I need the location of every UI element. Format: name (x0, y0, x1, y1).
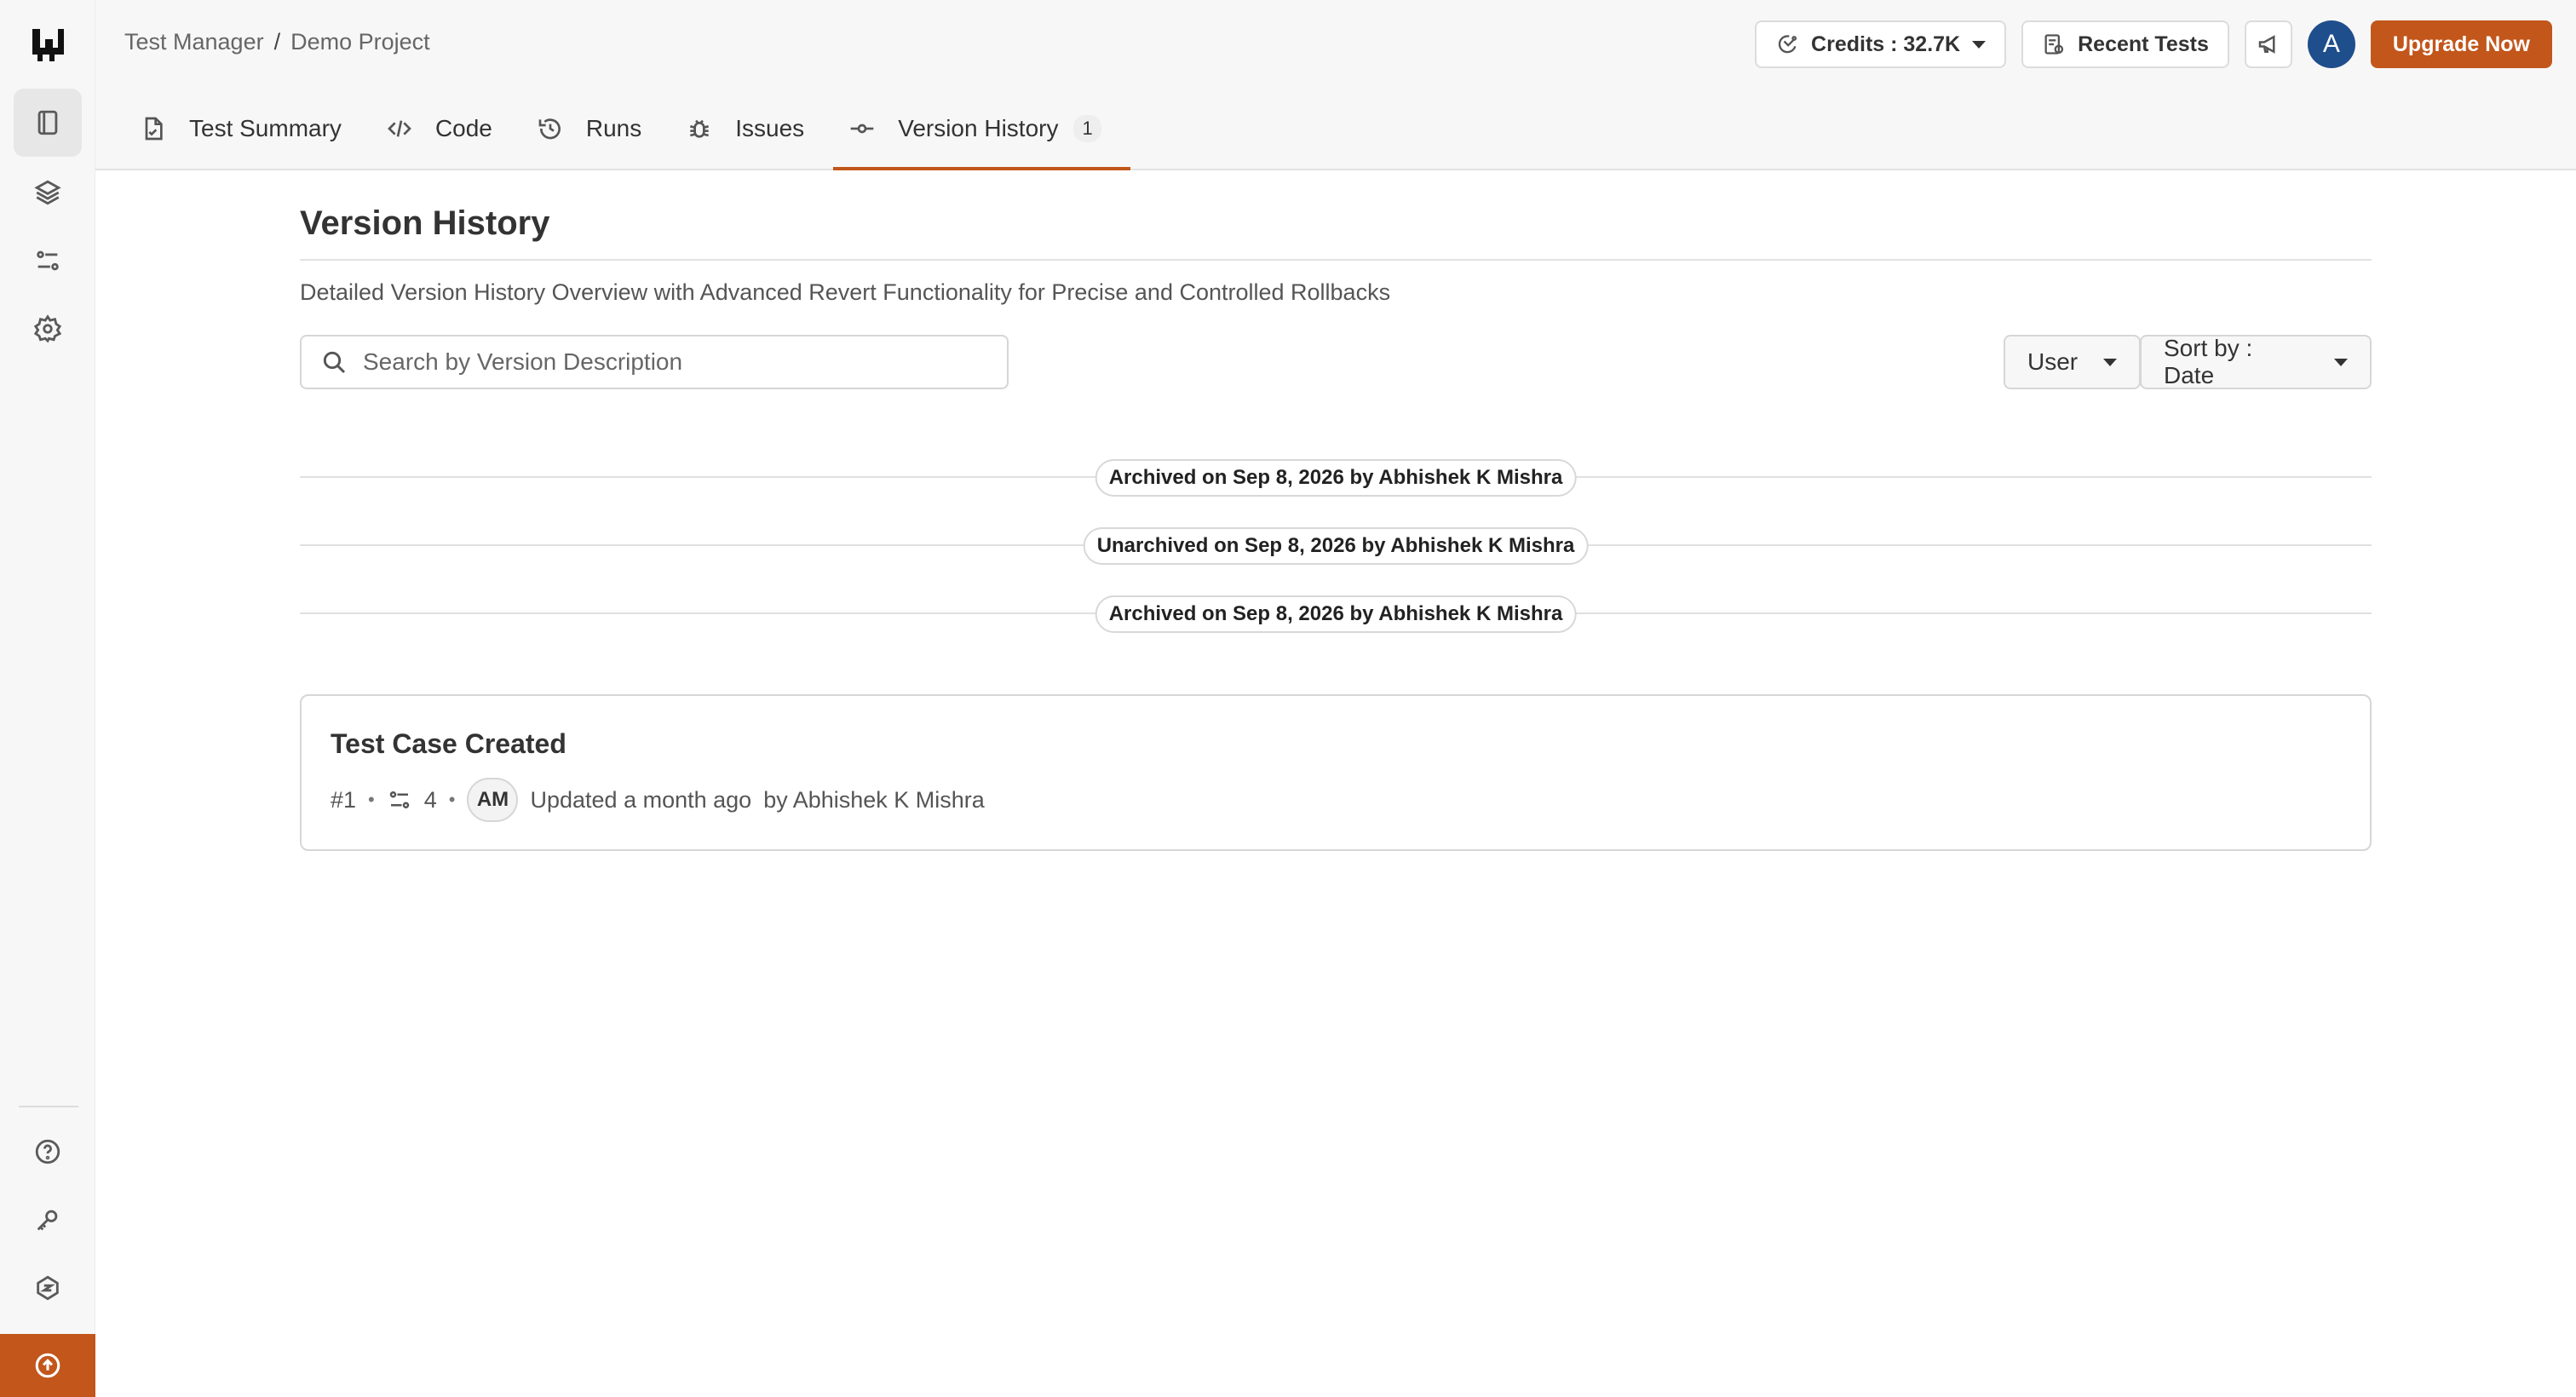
book-icon (37, 110, 58, 135)
announcements-button[interactable] (2244, 20, 2292, 68)
recent-tests-button[interactable]: Recent Tests (2021, 20, 2229, 68)
key-icon (37, 1210, 58, 1231)
chevron-down-icon (2334, 358, 2348, 366)
megaphone-icon (2258, 35, 2275, 54)
breadcrumb-current[interactable]: Demo Project (290, 29, 430, 55)
timeline-event: Archived on Sep 8, 2026 by Abhishek K Mi… (300, 451, 2372, 519)
upgrade-icon (35, 1353, 60, 1378)
page-description: Detailed Version History Overview with A… (300, 279, 1391, 305)
event-label: Unarchived on Sep 8, 2026 by Abhishek K … (1083, 527, 1589, 565)
version-title: Test Case Created (331, 728, 566, 759)
code-icon (388, 120, 411, 137)
sort-dropdown[interactable]: Sort by : Date (2140, 335, 2372, 389)
tab-label: Runs (585, 115, 642, 141)
sidebar-item-test-manager[interactable] (14, 89, 82, 157)
recent-tests-icon (2044, 34, 2064, 55)
timeline-event: Unarchived on Sep 8, 2026 by Abhishek K … (300, 519, 2372, 587)
version-card[interactable]: Test Case Created #1 • 4 • AM Updated a … (300, 694, 2372, 851)
meta-separator: • (368, 789, 375, 810)
sidebar (0, 0, 95, 1397)
file-check-icon (145, 117, 163, 141)
credits-button[interactable]: Credits : 32.7K (1755, 20, 2007, 68)
sidebar-item-help[interactable] (14, 1118, 82, 1186)
commit-icon (850, 124, 874, 134)
timeline-event: Archived on Sep 8, 2026 by Abhishek K Mi… (300, 587, 2372, 655)
author-avatar: AM (467, 778, 519, 822)
bug-icon (690, 119, 710, 138)
top-header: Test Manager / Demo Project Credits : 32… (95, 0, 2576, 170)
user-filter-label: User (2027, 348, 2079, 375)
version-number: #1 (331, 786, 357, 813)
user-filter-dropdown[interactable]: User (2004, 335, 2142, 389)
page-title: Version History (300, 204, 2372, 261)
updated-time: Updated a month ago (530, 786, 752, 813)
tab-label: Code (434, 115, 492, 141)
event-label: Archived on Sep 8, 2026 by Abhishek K Mi… (1095, 459, 1577, 497)
help-icon (35, 1139, 60, 1164)
app-root: Test Manager / Demo Project Credits : 32… (0, 0, 2576, 1397)
layers-icon (34, 180, 61, 205)
meta-separator: • (448, 789, 456, 810)
sidebar-item-keys[interactable] (14, 1186, 82, 1254)
top-actions: Credits : 32.7K Recent Tests A Upgrade N… (1755, 20, 2552, 68)
chevron-down-icon (1972, 40, 1987, 49)
search-icon (323, 351, 346, 374)
version-count-badge: 1 (1073, 115, 1101, 142)
tab-bar: Test Summary Code Runs Issues Version Hi… (124, 99, 1130, 170)
search-input[interactable]: Search by Version Description (300, 335, 1009, 389)
event-label: Archived on Sep 8, 2026 by Abhishek K Mi… (1095, 595, 1577, 633)
version-meta: #1 • 4 • AM Updated a month ago by Abhis… (331, 778, 985, 822)
tab-label: Test Summary (189, 115, 342, 141)
tab-test-summary[interactable]: Test Summary (124, 99, 371, 158)
tab-label: Version History (898, 115, 1059, 141)
steps-icon (389, 791, 409, 808)
settings-icon (33, 314, 62, 343)
tab-issues[interactable]: Issues (670, 99, 833, 158)
step-count: 4 (423, 786, 437, 813)
upgrade-now-button[interactable]: Upgrade Now (2370, 20, 2552, 68)
integrations-icon (37, 1275, 59, 1301)
tab-version-history[interactable]: Version History 1 (833, 99, 1130, 170)
app-logo[interactable] (29, 26, 66, 63)
sidebar-item-workflow[interactable] (14, 227, 82, 295)
sidebar-item-integrations[interactable] (14, 1254, 82, 1322)
history-icon (538, 118, 561, 140)
filter-bar: Search by Version Description User Sort … (300, 335, 2372, 391)
sidebar-item-settings[interactable] (14, 295, 82, 363)
breadcrumb-separator: / (273, 29, 281, 55)
breadcrumb-parent[interactable]: Test Manager (124, 29, 264, 55)
credits-label: Credits : 32.7K (1811, 32, 1961, 56)
tab-runs[interactable]: Runs (521, 99, 670, 158)
workflow-icon (37, 250, 59, 271)
author-name: by Abhishek K Mishra (763, 786, 985, 813)
sidebar-upgrade-button[interactable] (0, 1334, 95, 1397)
sidebar-item-layers[interactable] (14, 158, 82, 227)
user-avatar[interactable]: A (2307, 20, 2355, 68)
sidebar-divider (19, 1106, 78, 1107)
tab-code[interactable]: Code (371, 99, 521, 158)
credits-icon (1778, 35, 1797, 54)
recent-tests-label: Recent Tests (2078, 32, 2209, 56)
search-placeholder: Search by Version Description (363, 348, 683, 375)
breadcrumb: Test Manager / Demo Project (124, 29, 430, 55)
tab-label: Issues (735, 115, 805, 141)
event-timeline: Archived on Sep 8, 2026 by Abhishek K Mi… (300, 451, 2372, 655)
sort-label: Sort by : Date (2164, 335, 2253, 388)
chevron-down-icon (2103, 358, 2118, 366)
main-content: Version History Detailed Version History… (300, 204, 2372, 851)
